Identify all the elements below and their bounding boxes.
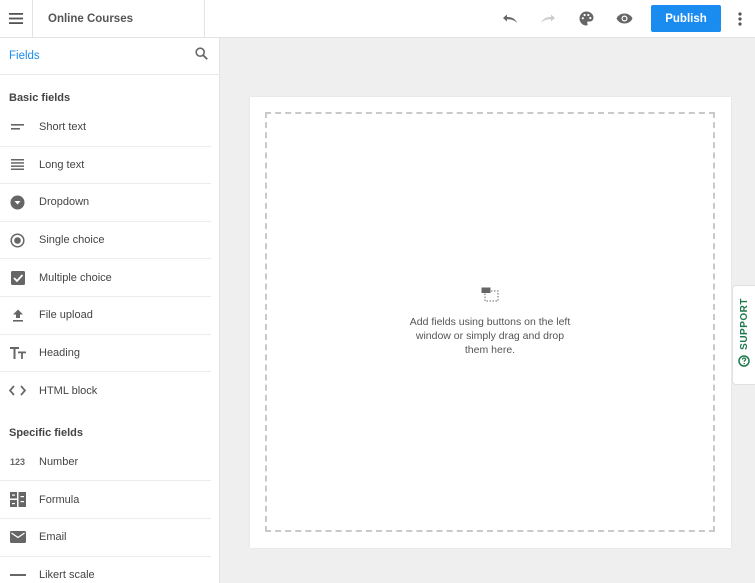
- code-icon: [0, 372, 39, 410]
- support-tab[interactable]: SUPPORT: [732, 285, 755, 385]
- fields-sidebar: Fields Basic fields Short text Long text…: [0, 38, 220, 583]
- palette-icon[interactable]: [567, 0, 605, 38]
- heading-icon: [0, 335, 39, 372]
- field-item-single-choice[interactable]: Single choice: [0, 222, 211, 260]
- field-item-label: Single choice: [39, 234, 105, 247]
- field-item-file-upload[interactable]: File upload: [0, 297, 211, 335]
- long-text-icon: [0, 147, 39, 184]
- top-toolbar: Online Courses Publish: [0, 0, 755, 38]
- number-icon: 123: [9, 457, 26, 468]
- formula-icon: [0, 481, 39, 518]
- field-item-formula[interactable]: Formula: [0, 481, 211, 519]
- likert-icon: [0, 557, 39, 583]
- section-title-basic-fields: Basic fields: [9, 92, 71, 104]
- redo-icon[interactable]: [529, 0, 567, 38]
- fields-tab[interactable]: Fields: [9, 50, 40, 62]
- radio-icon: [0, 222, 39, 259]
- field-item-label: Multiple choice: [39, 271, 112, 284]
- field-item-label: Formula: [39, 493, 80, 506]
- sidebar-header: Fields: [0, 38, 219, 75]
- field-item-number[interactable]: 123 Number: [0, 444, 211, 482]
- search-icon[interactable]: [195, 47, 208, 65]
- field-item-likert-scale[interactable]: Likert scale: [0, 557, 211, 583]
- short-text-icon: [0, 109, 39, 146]
- field-item-html-block[interactable]: HTML block: [0, 372, 211, 410]
- menu-icon[interactable]: [0, 0, 33, 38]
- field-item-dropdown[interactable]: Dropdown: [0, 184, 211, 222]
- email-icon: [0, 519, 39, 556]
- preview-eye-icon[interactable]: [605, 0, 643, 38]
- field-item-multiple-choice[interactable]: Multiple choice: [0, 259, 211, 297]
- dropdown-icon: [0, 184, 39, 221]
- field-item-label: Email: [39, 531, 67, 544]
- field-item-email[interactable]: Email: [0, 519, 211, 557]
- field-item-label: Heading: [39, 346, 80, 359]
- form-title[interactable]: Online Courses: [33, 0, 205, 38]
- help-circle-icon: [738, 350, 750, 372]
- undo-icon[interactable]: [491, 0, 529, 38]
- field-drop-zone[interactable]: Add fields using buttons on the left win…: [265, 112, 715, 532]
- field-item-short-text[interactable]: Short text: [0, 109, 211, 147]
- field-item-label: HTML block: [39, 384, 98, 397]
- form-card: Add fields using buttons on the left win…: [250, 97, 731, 548]
- drop-placeholder-icon: [481, 287, 499, 307]
- section-title-specific-fields: Specific fields: [9, 426, 83, 439]
- field-item-label: Long text: [39, 158, 85, 171]
- form-canvas: Add fields using buttons on the left win…: [220, 38, 755, 583]
- publish-button[interactable]: Publish: [651, 5, 721, 32]
- field-item-label: Number: [39, 456, 79, 469]
- field-item-label: Short text: [39, 121, 87, 134]
- support-label: SUPPORT: [738, 298, 750, 350]
- upload-icon: [0, 297, 39, 334]
- drop-hint-text: Add fields using buttons on the left win…: [409, 316, 571, 356]
- checkbox-icon: [0, 259, 39, 296]
- more-vertical-icon[interactable]: [725, 0, 755, 38]
- field-item-long-text[interactable]: Long text: [0, 147, 211, 185]
- field-item-label: Likert scale: [39, 569, 95, 582]
- field-item-heading[interactable]: Heading: [0, 335, 211, 373]
- field-item-label: Dropdown: [39, 196, 90, 209]
- field-item-label: File upload: [39, 309, 93, 322]
